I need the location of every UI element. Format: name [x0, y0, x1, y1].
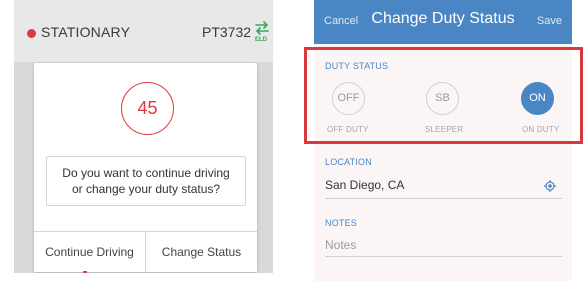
change-status-button[interactable]: Change Status	[145, 232, 257, 272]
location-value[interactable]: San Diego, CA	[325, 178, 404, 192]
background-peek-mark	[83, 271, 87, 273]
screenshot-stage: STATIONARY PT3732 ELD 45 Do you want to …	[0, 0, 586, 281]
on-duty-label: ON DUTY	[522, 125, 560, 134]
driving-status-bar: STATIONARY PT3732 ELD	[14, 0, 273, 62]
dialog-actions: Continue Driving Change Status	[34, 231, 257, 272]
continue-driving-dialog: 45 Do you want to continue driving or ch…	[34, 63, 257, 272]
vehicle-id: PT3732	[202, 24, 252, 40]
eld-indicator: ELD	[254, 21, 270, 45]
eld-transfer-icon	[255, 21, 269, 35]
notes-label: NOTES	[325, 218, 358, 228]
duty-status-label: DUTY STATUS	[325, 61, 389, 71]
duty-option-off[interactable]: OFF	[332, 82, 365, 115]
sleeper-label: SLEEPER	[425, 125, 464, 134]
save-button[interactable]: Save	[537, 15, 562, 27]
duty-option-sleeper[interactable]: SB	[426, 82, 459, 115]
eld-label: ELD	[255, 37, 267, 43]
location-label: LOCATION	[325, 157, 372, 167]
continue-driving-button[interactable]: Continue Driving	[34, 232, 145, 272]
dialog-question: Do you want to continue driving or chang…	[46, 156, 246, 206]
off-duty-label: OFF DUTY	[327, 125, 369, 134]
change-duty-header: Cancel Change Duty Status Save	[314, 0, 572, 44]
notes-underline	[325, 256, 562, 257]
page-title: Change Duty Status	[371, 10, 515, 27]
status-dot-icon	[27, 29, 36, 38]
left-phone-screen: STATIONARY PT3732 ELD 45 Do you want to …	[14, 0, 273, 273]
location-underline	[325, 198, 562, 199]
driving-status-text: STATIONARY	[41, 24, 131, 40]
duty-option-on[interactable]: ON	[521, 82, 554, 115]
notes-input[interactable]	[325, 236, 562, 254]
countdown-timer: 45	[121, 82, 174, 135]
right-phone-screen: Cancel Change Duty Status Save DUTY STAT…	[314, 0, 572, 281]
gps-target-icon[interactable]	[544, 180, 556, 192]
